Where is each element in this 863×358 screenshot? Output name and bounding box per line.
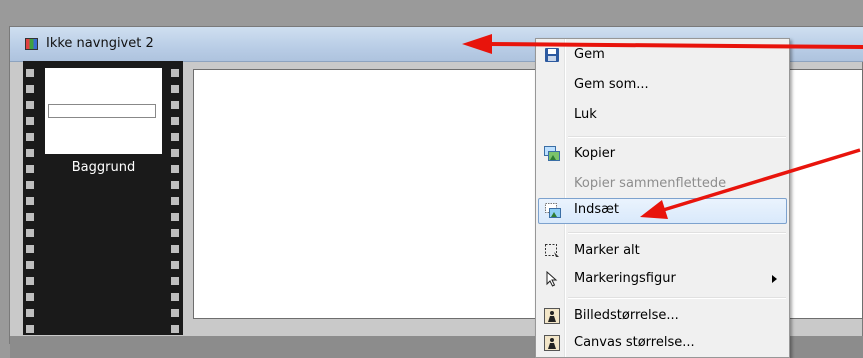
annotation-arrow-title [462,34,863,54]
annotation-arrow-paste [640,148,861,219]
annotation-overlay [462,34,863,219]
